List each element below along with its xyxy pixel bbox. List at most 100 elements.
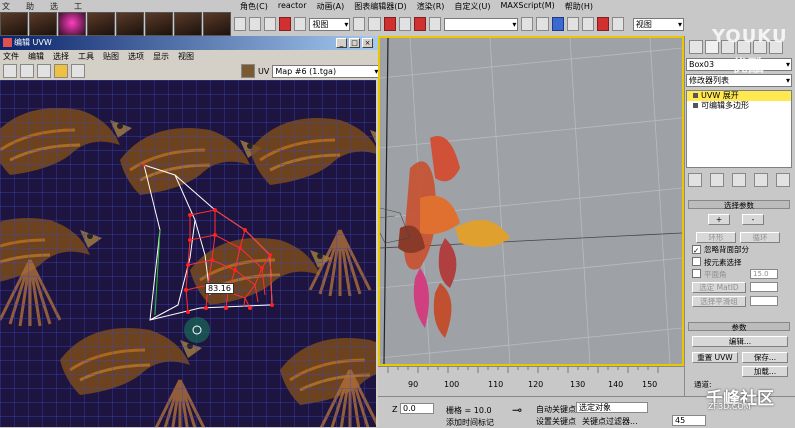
tick-label: 90 (408, 380, 419, 389)
layer-manager-icon[interactable] (551, 17, 564, 31)
planar-angle-spinner[interactable]: 15.0 (750, 269, 778, 279)
map-selector-combo[interactable]: Map #6 (1.tga) (272, 64, 381, 78)
menu-rendering[interactable]: 渲染(R) (417, 1, 445, 12)
material-slot[interactable] (29, 12, 57, 36)
named-selection-combo[interactable] (443, 17, 519, 31)
snap-icon[interactable] (383, 17, 396, 31)
select-by-name-icon[interactable] (249, 17, 262, 31)
minimize-icon[interactable]: _ (336, 38, 347, 48)
menu-character[interactable]: 角色(C) (240, 1, 268, 12)
uvw-menu-file[interactable]: 文件 (3, 51, 19, 62)
menu-maxscript[interactable]: MAXScript(M) (501, 1, 555, 12)
menu-item[interactable]: 文 (2, 1, 10, 12)
menu-item[interactable]: 助 (26, 1, 34, 12)
current-frame-field[interactable]: 45 (672, 415, 706, 426)
make-unique-icon[interactable] (732, 173, 746, 187)
curve-editor-icon[interactable] (566, 17, 579, 31)
selected-object-combo[interactable]: 选定对象 (576, 402, 648, 413)
create-tab-icon[interactable] (689, 40, 703, 54)
menu-help[interactable]: 帮助(H) (565, 1, 593, 12)
save-button[interactable]: 保存... (742, 352, 788, 363)
configure-modifier-sets-icon[interactable] (776, 173, 790, 187)
rotate-icon[interactable] (279, 17, 292, 31)
z-coordinate-field[interactable]: 0.0 (400, 403, 434, 414)
uvw-menu-select[interactable]: 选择 (53, 51, 69, 62)
edit-button[interactable]: 编辑... (692, 336, 788, 347)
menu-animation[interactable]: 动画(A) (316, 1, 344, 12)
smoothing-spinner[interactable] (750, 296, 778, 306)
perspective-viewport[interactable] (378, 36, 684, 366)
uvw-edit-viewport[interactable]: 83.16 (0, 80, 376, 427)
material-slot[interactable] (116, 12, 144, 36)
material-slot[interactable] (87, 12, 115, 36)
uvw-menu-mapping[interactable]: 贴图 (103, 51, 119, 62)
uvw-title-bar[interactable]: 编辑 UVW _ □ × (0, 36, 378, 50)
uvw-menu-options[interactable]: 选项 (128, 51, 144, 62)
render-setup-icon[interactable] (611, 17, 624, 31)
rotate-icon[interactable] (20, 64, 34, 78)
planar-angle-checkbox[interactable]: 平面角 (692, 269, 727, 279)
selection-params-header[interactable]: 选择参数 (688, 200, 790, 210)
shrink-selection-button[interactable]: - (742, 214, 764, 225)
menu-graph-editors[interactable]: 图表编辑器(D) (354, 1, 406, 12)
ignore-backfacing-checkbox[interactable]: ✓ 忽略背面部分 (692, 245, 749, 255)
stack-item-unwrap-uvw[interactable]: UVW 展开 (687, 91, 791, 101)
select-matid-button[interactable]: 选定 MatID (692, 282, 746, 293)
select-smoothing-button[interactable]: 选择平滑组 (692, 296, 746, 307)
set-key-button[interactable]: 设置关键点 (536, 416, 576, 427)
menu-reactor[interactable]: reactor (278, 1, 307, 12)
grow-selection-button[interactable]: + (708, 214, 730, 225)
matid-spinner[interactable] (750, 282, 778, 292)
menu-customize[interactable]: 自定义(U) (454, 1, 490, 12)
maximize-icon[interactable]: □ (349, 38, 360, 48)
material-editor-icon[interactable] (596, 17, 609, 31)
menu-item[interactable]: 工 (74, 1, 82, 12)
auto-key-button[interactable]: 自动关键点 (536, 404, 576, 415)
material-slot[interactable] (145, 12, 173, 36)
pivot-icon[interactable] (353, 17, 366, 31)
reset-uvw-button[interactable]: 重置 UVW (692, 352, 738, 363)
scale-icon[interactable] (37, 64, 51, 78)
spinner-snap-icon[interactable] (428, 17, 441, 31)
parameters-header[interactable]: 参数 (688, 322, 790, 332)
scale-icon[interactable] (294, 17, 307, 31)
loop-button[interactable]: 循环 (740, 232, 780, 243)
pin-stack-icon[interactable] (688, 173, 702, 187)
material-slot[interactable] (174, 12, 202, 36)
angle-snap-icon[interactable] (398, 17, 411, 31)
move-icon[interactable] (264, 17, 277, 31)
tick-label: 100 (444, 380, 460, 389)
material-slot[interactable] (0, 12, 28, 36)
menu-item[interactable]: 选 (50, 1, 58, 12)
key-icon[interactable]: ⊸ (512, 403, 522, 417)
remove-modifier-icon[interactable] (754, 173, 768, 187)
material-slot[interactable] (203, 12, 231, 36)
render-view-combo[interactable]: 视图 (632, 17, 684, 31)
mirror-icon[interactable] (521, 17, 534, 31)
close-icon[interactable]: × (362, 38, 373, 48)
stack-item-editable-poly[interactable]: 可编辑多边形 (687, 101, 791, 111)
material-slot-active[interactable] (58, 12, 86, 36)
select-icon[interactable] (234, 17, 247, 31)
ring-button[interactable]: 环形 (696, 232, 736, 243)
load-button[interactable]: 加载... (742, 366, 788, 377)
reference-coord-combo[interactable]: 视图 (309, 17, 351, 31)
freeform-icon[interactable] (54, 64, 68, 78)
uvw-menu-tools[interactable]: 工具 (78, 51, 94, 62)
mirror-icon[interactable] (71, 64, 85, 78)
move-icon[interactable] (3, 64, 17, 78)
schematic-view-icon[interactable] (581, 17, 594, 31)
select-by-element-checkbox[interactable]: 按元素选择 (692, 257, 742, 267)
manipulate-icon[interactable] (368, 17, 381, 31)
uvw-menu-view[interactable]: 视图 (178, 51, 194, 62)
youku-watermark: YOUKU (712, 26, 788, 47)
uvw-menu-display[interactable]: 显示 (153, 51, 169, 62)
checker-icon[interactable] (241, 64, 255, 78)
key-filters-button[interactable]: 关键点过滤器... (582, 416, 638, 427)
percent-snap-icon[interactable] (413, 17, 426, 31)
add-time-tag[interactable]: 添加时间标记 (446, 417, 494, 428)
align-icon[interactable] (536, 17, 549, 31)
material-editor-menu: 文 助 选 工 (2, 1, 82, 12)
show-end-result-icon[interactable] (710, 173, 724, 187)
uvw-menu-edit[interactable]: 编辑 (28, 51, 44, 62)
